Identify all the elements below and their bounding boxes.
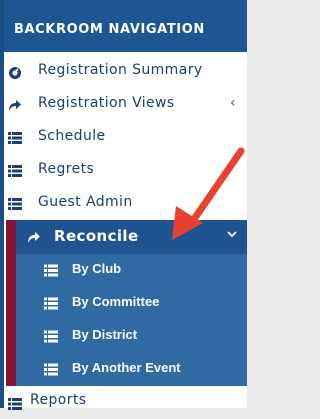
list-icon — [44, 264, 58, 277]
nav-item-registration-views[interactable]: Registration Views ‹ — [6, 90, 244, 120]
list-icon — [44, 330, 58, 343]
sidebar-header: BACKROOM NAVIGATION — [0, 0, 247, 52]
nav-item-reports[interactable]: Reports — [6, 389, 244, 419]
list-icon — [8, 198, 22, 210]
subnav-item-label: By Committee — [72, 294, 160, 309]
subnav-item-label: By District — [72, 327, 138, 342]
subnav-item-by-committee[interactable]: By Committee — [16, 287, 247, 320]
active-indicator-stripe — [6, 220, 16, 386]
nav-item-regrets[interactable]: Regrets — [6, 156, 244, 186]
list-icon — [8, 165, 22, 177]
nav-item-schedule[interactable]: Schedule — [6, 123, 244, 153]
list-icon — [8, 132, 22, 144]
nav-item-registration-summary[interactable]: Registration Summary — [6, 57, 244, 87]
list-icon — [44, 363, 58, 376]
nav-item-reconcile[interactable]: Reconcile — [16, 220, 247, 254]
dashboard-icon — [9, 67, 21, 79]
nav-item-label: Reports — [30, 392, 87, 408]
nav-item-guest-admin[interactable]: Guest Admin — [6, 189, 244, 219]
subnav-item-by-club[interactable]: By Club — [16, 254, 247, 287]
nav-item-label: Regrets — [38, 161, 95, 177]
subnav-item-by-another-event[interactable]: By Another Event — [16, 353, 247, 386]
subnav-item-label: By Another Event — [72, 360, 181, 375]
share-icon — [28, 232, 40, 243]
subnav-item-by-district[interactable]: By District — [16, 320, 247, 353]
sidebar-title: BACKROOM NAVIGATION — [14, 22, 205, 37]
nav-item-label: Reconcile — [54, 227, 139, 245]
list-icon — [44, 297, 58, 310]
nav-item-label: Registration Summary — [38, 62, 203, 78]
subnav-item-label: By Club — [72, 261, 122, 276]
chevron-down-icon[interactable] — [227, 229, 237, 239]
chevron-left-icon[interactable]: ‹ — [230, 95, 236, 111]
share-icon — [9, 100, 21, 111]
nav-item-label: Schedule — [38, 128, 106, 144]
nav-item-label: Guest Admin — [38, 194, 133, 210]
list-icon — [8, 398, 22, 410]
nav-item-label: Registration Views — [38, 95, 175, 111]
